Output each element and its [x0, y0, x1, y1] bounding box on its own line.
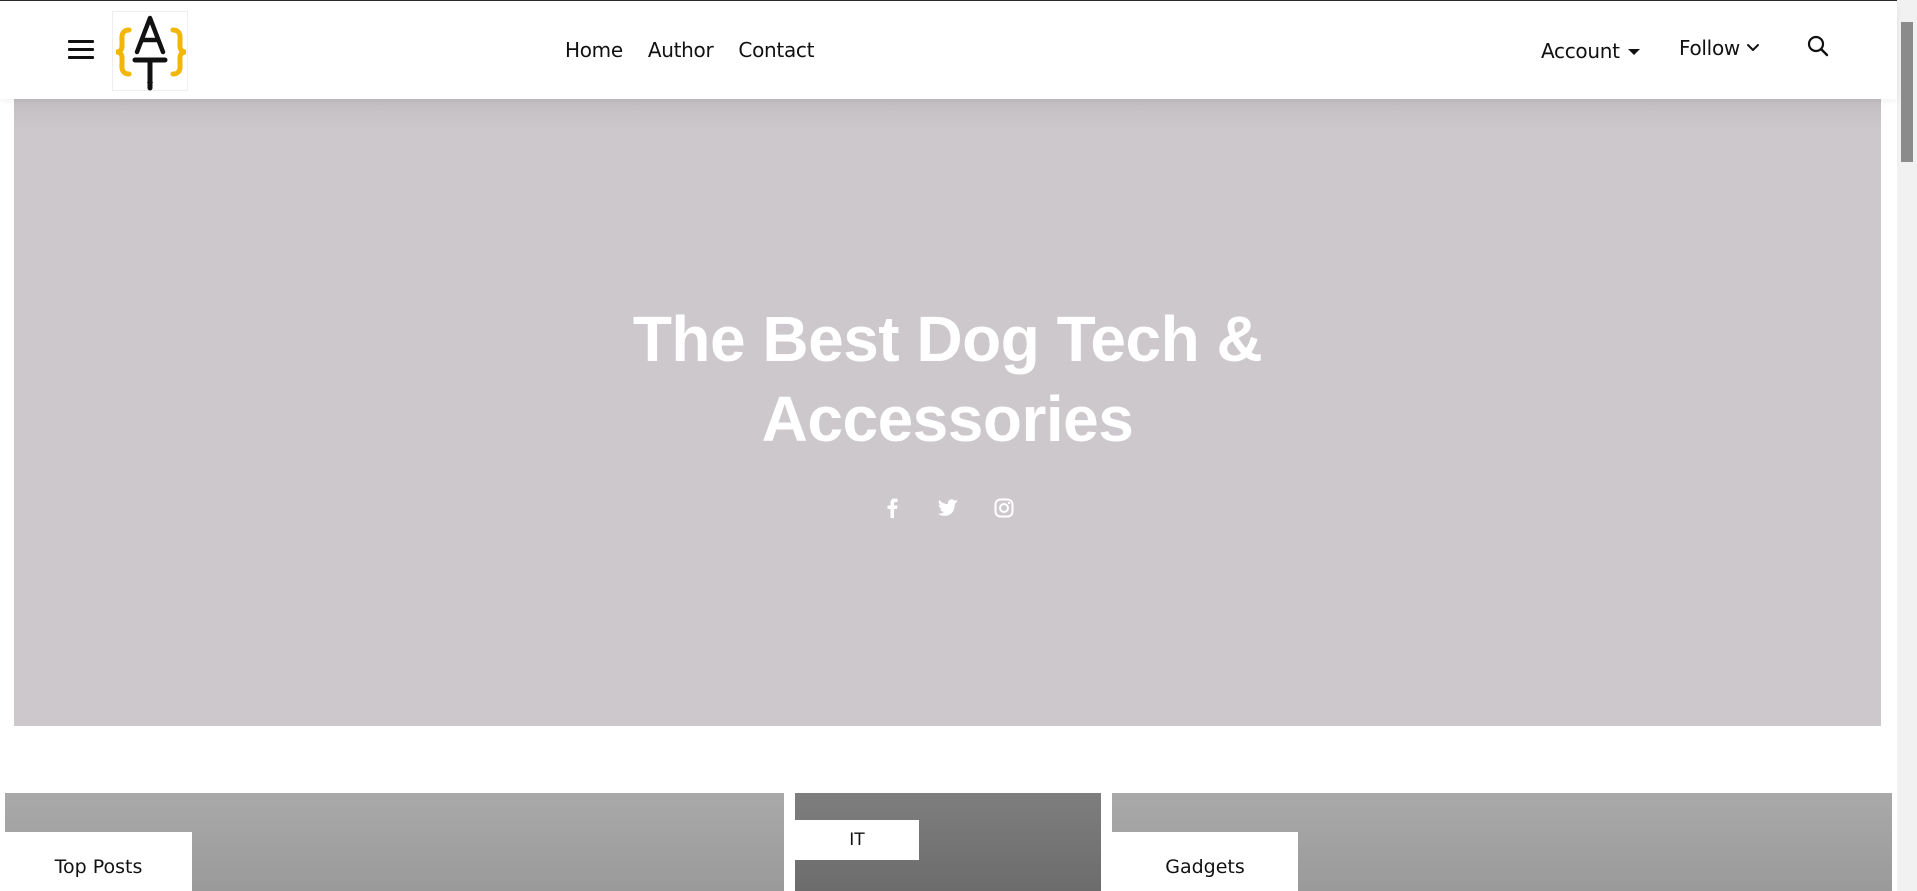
follow-dropdown[interactable]: Follow: [1679, 36, 1760, 60]
category-card-gadgets[interactable]: Gadgets: [1112, 793, 1892, 891]
category-card-top-posts[interactable]: Top Posts: [5, 793, 784, 891]
page-scrollbar[interactable]: [1897, 0, 1917, 891]
facebook-icon[interactable]: [881, 497, 903, 519]
site-header: Home Author Contact Account Follow: [0, 1, 1897, 99]
card-label-it[interactable]: IT: [795, 820, 919, 860]
card-label-gadgets[interactable]: Gadgets: [1112, 832, 1298, 891]
hero-banner: The Best Dog Tech & Accessories: [14, 99, 1881, 726]
chevron-down-icon: [1746, 44, 1759, 51]
social-links: [14, 497, 1881, 519]
site-logo[interactable]: [112, 11, 188, 91]
hero-shadow: [14, 99, 1881, 129]
follow-label: Follow: [1679, 36, 1740, 60]
card-label-top-posts[interactable]: Top Posts: [5, 832, 192, 891]
hero-title-line-2: Accessories: [761, 383, 1134, 455]
nav-contact[interactable]: Contact: [738, 38, 814, 62]
account-dropdown[interactable]: Account: [1541, 39, 1640, 63]
caret-down-icon: [1627, 49, 1640, 55]
main-nav: Home Author Contact: [565, 38, 814, 62]
twitter-icon[interactable]: [937, 497, 959, 519]
nav-author[interactable]: Author: [648, 38, 714, 62]
hamburger-menu-icon[interactable]: [68, 39, 94, 61]
scrollbar-thumb[interactable]: [1901, 22, 1913, 162]
hero-title: The Best Dog Tech & Accessories: [14, 299, 1881, 459]
hero-title-line-1: The Best Dog Tech &: [632, 303, 1263, 375]
nav-home[interactable]: Home: [565, 38, 623, 62]
search-icon[interactable]: [1806, 34, 1830, 58]
category-card-it[interactable]: IT: [795, 793, 1101, 891]
instagram-icon[interactable]: [993, 497, 1015, 519]
at-logo-icon: [115, 15, 187, 91]
account-label: Account: [1541, 39, 1620, 63]
